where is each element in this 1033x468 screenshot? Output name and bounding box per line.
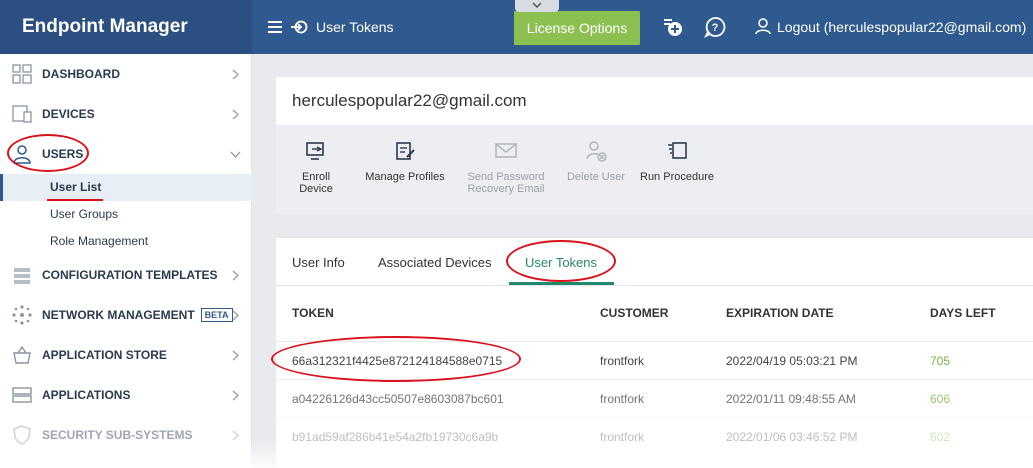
- sidebar-item-security-sub-systems[interactable]: SECURITY SUB-SYSTEMS: [0, 415, 252, 455]
- customer-cell: frontfork: [600, 354, 645, 368]
- days-left-cell: 606: [930, 392, 951, 406]
- column-header-token[interactable]: TOKEN: [292, 306, 334, 320]
- sidebar-subitem-role-management[interactable]: Role Management: [0, 228, 252, 255]
- chevron-right-icon: [232, 310, 239, 321]
- sidebar-item-label: CONFIGURATION TEMPLATES: [42, 268, 218, 282]
- clipboard-edit-icon: [396, 142, 415, 160]
- delete-user-button[interactable]: Delete User: [564, 139, 628, 183]
- sidebar-item-network-management[interactable]: NETWORK MANAGEMENT BETA: [0, 295, 252, 335]
- chevron-down-icon: [532, 2, 542, 9]
- sidebar-item-dashboard[interactable]: DASHBOARD: [0, 54, 252, 94]
- sidebar-item-label-wrap: NETWORK MANAGEMENT BETA: [42, 308, 233, 323]
- run-procedure-button[interactable]: Run Procedure: [638, 139, 716, 183]
- tab-associated-devices[interactable]: Associated Devices: [378, 255, 491, 270]
- active-tab-indicator: [509, 282, 614, 285]
- dashboard-icon: [12, 64, 32, 84]
- sidebar: DASHBOARD DEVICES USERS User List User G…: [0, 54, 252, 468]
- table-row[interactable]: a04226126d43cc50507e8603087bc601 frontfo…: [276, 379, 1033, 417]
- customer-cell: frontfork: [600, 430, 645, 444]
- breadcrumb: User Tokens: [268, 0, 394, 54]
- chevron-down-icon: [230, 151, 241, 158]
- sidebar-item-configuration-templates[interactable]: CONFIGURATION TEMPLATES: [0, 255, 252, 295]
- breadcrumb-label: User Tokens: [316, 19, 394, 35]
- sidebar-item-label: DEVICES: [42, 107, 95, 121]
- sidebar-item-label: SECURITY SUB-SYSTEMS: [42, 428, 193, 442]
- page-title: herculespopular22@gmail.com: [292, 91, 527, 110]
- sidebar-item-application-store[interactable]: APPLICATION STORE: [0, 335, 252, 375]
- token-cell: a04226126d43cc50507e8603087bc601: [292, 392, 504, 406]
- run-procedure-icon: [668, 142, 687, 159]
- basket-icon: [13, 345, 31, 364]
- user-icon: [13, 145, 31, 164]
- sidebar-item-applications[interactable]: APPLICATIONS: [0, 375, 252, 415]
- sidebar-item-devices[interactable]: DEVICES: [0, 94, 252, 134]
- expiration-cell: 2022/01/06 03:46:52 PM: [726, 430, 858, 444]
- svg-text:?: ?: [712, 22, 719, 34]
- table-row[interactable]: b91ad59af286b41e54a2fb19730c6a9b frontfo…: [276, 417, 1033, 455]
- license-options-button[interactable]: License Options: [514, 11, 640, 45]
- delete-user-icon: [586, 141, 607, 162]
- tab-user-info[interactable]: User Info: [292, 255, 345, 270]
- user-details-card: User Info Associated Devices User Tokens…: [276, 238, 1033, 468]
- logout-label: Logout (herculespopular22@gmail.com): [777, 19, 1027, 35]
- app-title: Endpoint Manager: [0, 0, 252, 54]
- user-header-card: herculespopular22@gmail.com Enroll Devic…: [276, 77, 1033, 214]
- manage-profiles-label: Manage Profiles: [365, 171, 445, 183]
- days-left-cell: 602: [930, 430, 951, 444]
- enroll-device-button[interactable]: Enroll Device: [284, 139, 348, 195]
- enroll-device-icon: [306, 142, 324, 160]
- user-icon: [754, 17, 772, 38]
- sidebar-item-label: APPLICATION STORE: [42, 348, 167, 362]
- envelope-icon: [495, 143, 517, 158]
- token-cell: 66a312321f4425e872124184588e0715: [292, 354, 503, 368]
- tab-bar: User Info Associated Devices User Tokens: [276, 238, 1033, 286]
- sidebar-item-label: NETWORK MANAGEMENT: [42, 307, 195, 322]
- shield-icon: [13, 425, 31, 445]
- help-icon[interactable]: ?: [703, 16, 726, 39]
- sidebar-item-label: USERS: [42, 147, 84, 161]
- column-header-customer[interactable]: CUSTOMER: [600, 306, 668, 320]
- tab-user-tokens[interactable]: User Tokens: [525, 255, 597, 270]
- send-password-recovery-button[interactable]: Send Password Recovery Email: [462, 139, 550, 195]
- enroll-device-label: Enroll Device: [299, 171, 333, 195]
- layers-icon: [14, 268, 30, 284]
- beta-badge: BETA: [200, 308, 233, 323]
- login-arrow-icon: [290, 20, 308, 34]
- delete-user-label: Delete User: [566, 171, 626, 183]
- token-cell: b91ad59af286b41e54a2fb19730c6a9b: [292, 430, 499, 444]
- network-icon: [12, 305, 32, 325]
- collapse-header-tab[interactable]: [515, 0, 559, 12]
- chevron-right-icon: [232, 350, 239, 361]
- manage-profiles-button[interactable]: Manage Profiles: [364, 139, 446, 183]
- chevron-right-icon: [232, 109, 239, 120]
- column-header-expiration-date[interactable]: EXPIRATION DATE: [726, 306, 834, 320]
- applications-icon: [12, 387, 32, 403]
- logout-link[interactable]: Logout (herculespopular22@gmail.com): [754, 0, 1026, 54]
- chevron-right-icon: [232, 390, 239, 401]
- chevron-right-icon: [232, 69, 239, 80]
- top-bar: Endpoint Manager User Tokens License Opt…: [0, 0, 1033, 54]
- chevron-right-icon: [232, 430, 239, 441]
- send-password-label: Send Password: [467, 171, 545, 183]
- add-device-icon[interactable]: [662, 16, 684, 38]
- customer-cell: frontfork: [600, 392, 645, 406]
- days-left-cell: 705: [930, 354, 951, 368]
- sidebar-item-users[interactable]: USERS: [0, 134, 252, 174]
- column-header-days-left[interactable]: DAYS LEFT: [930, 306, 996, 320]
- sidebar-item-label: APPLICATIONS: [42, 388, 131, 402]
- sidebar-subitem-user-list[interactable]: User List: [0, 174, 252, 201]
- sidebar-item-label: DASHBOARD: [42, 67, 120, 81]
- table-header: TOKEN CUSTOMER EXPIRATION DATE DAYS LEFT: [276, 286, 1033, 334]
- recovery-email-label: Recovery Email: [467, 183, 545, 195]
- run-procedure-label: Run Procedure: [640, 171, 714, 183]
- menu-icon[interactable]: [268, 21, 282, 33]
- sidebar-subitem-user-groups[interactable]: User Groups: [0, 201, 252, 228]
- expiration-cell: 2022/04/19 05:03:21 PM: [726, 354, 858, 368]
- action-toolbar: Enroll Device Manage Profiles Send Passw…: [276, 125, 1033, 214]
- expiration-cell: 2022/01/11 09:48:55 AM: [726, 392, 856, 406]
- devices-icon: [12, 105, 32, 123]
- table-row[interactable]: 66a312321f4425e872124184588e0715 frontfo…: [276, 341, 1033, 379]
- chevron-right-icon: [232, 270, 239, 281]
